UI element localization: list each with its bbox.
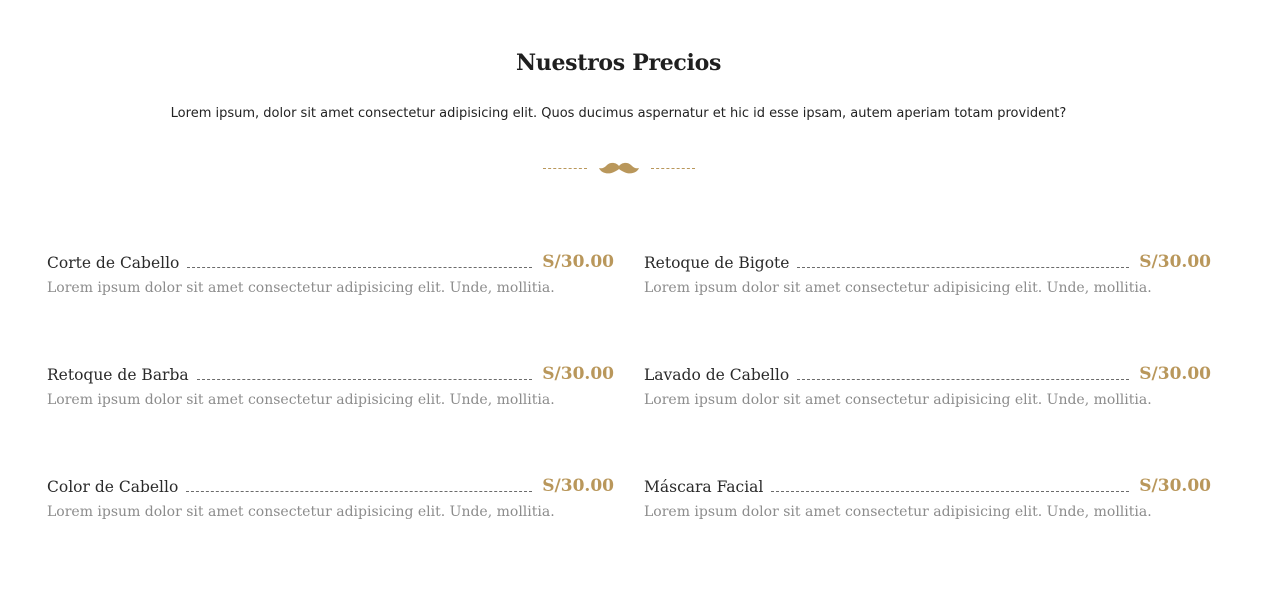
price-item-header: Retoque de Barba S/30.00 — [47, 361, 614, 385]
section-title: Nuestros Precios — [515, 50, 722, 76]
divider-dash-left — [543, 168, 587, 169]
service-description: Lorem ipsum dolor sit amet consectetur a… — [644, 280, 1152, 296]
price-item: Lavado de Cabello S/30.00 Lorem ipsum do… — [644, 361, 1211, 421]
dotted-leader — [186, 490, 533, 492]
prices-section: Nuestros Precios Lorem ipsum, dolor sit … — [0, 0, 1271, 606]
price-item-header: Corte de Cabello S/30.00 — [47, 249, 614, 273]
service-price: S/30.00 — [542, 252, 614, 272]
service-name: Máscara Facial — [644, 478, 764, 496]
price-item-header: Retoque de Bigote S/30.00 — [644, 249, 1211, 273]
dotted-leader — [196, 378, 533, 380]
divider-dash-right — [651, 168, 695, 169]
service-name: Lavado de Cabello — [644, 366, 790, 384]
price-item-header: Color de Cabello S/30.00 — [47, 473, 614, 497]
price-item: Retoque de Bigote S/30.00 Lorem ipsum do… — [644, 249, 1211, 309]
dotted-leader — [187, 266, 533, 268]
service-price: S/30.00 — [542, 476, 614, 496]
service-price: S/30.00 — [1139, 476, 1211, 496]
service-description: Lorem ipsum dolor sit amet consectetur a… — [644, 392, 1152, 408]
mustache-icon — [599, 162, 639, 174]
section-divider — [543, 158, 696, 180]
service-price: S/30.00 — [542, 364, 614, 384]
service-price: S/30.00 — [1139, 364, 1211, 384]
service-name: Color de Cabello — [47, 478, 179, 496]
service-description: Lorem ipsum dolor sit amet consectetur a… — [47, 392, 555, 408]
price-item: Máscara Facial S/30.00 Lorem ipsum dolor… — [644, 473, 1211, 533]
service-name: Retoque de Barba — [47, 366, 189, 384]
service-description: Lorem ipsum dolor sit amet consectetur a… — [47, 280, 555, 296]
service-description: Lorem ipsum dolor sit amet consectetur a… — [644, 504, 1152, 520]
price-item: Corte de Cabello S/30.00 Lorem ipsum dol… — [47, 249, 614, 309]
price-item-header: Lavado de Cabello S/30.00 — [644, 361, 1211, 385]
price-item: Retoque de Barba S/30.00 Lorem ipsum dol… — [47, 361, 614, 421]
service-description: Lorem ipsum dolor sit amet consectetur a… — [47, 504, 555, 520]
section-subtitle: Lorem ipsum, dolor sit amet consectetur … — [170, 106, 1067, 121]
dotted-leader — [797, 378, 1130, 380]
service-name: Corte de Cabello — [47, 254, 180, 272]
dotted-leader — [797, 266, 1130, 268]
service-price: S/30.00 — [1139, 252, 1211, 272]
dotted-leader — [771, 490, 1130, 492]
service-name: Retoque de Bigote — [644, 254, 790, 272]
price-item: Color de Cabello S/30.00 Lorem ipsum dol… — [47, 473, 614, 533]
price-item-header: Máscara Facial S/30.00 — [644, 473, 1211, 497]
